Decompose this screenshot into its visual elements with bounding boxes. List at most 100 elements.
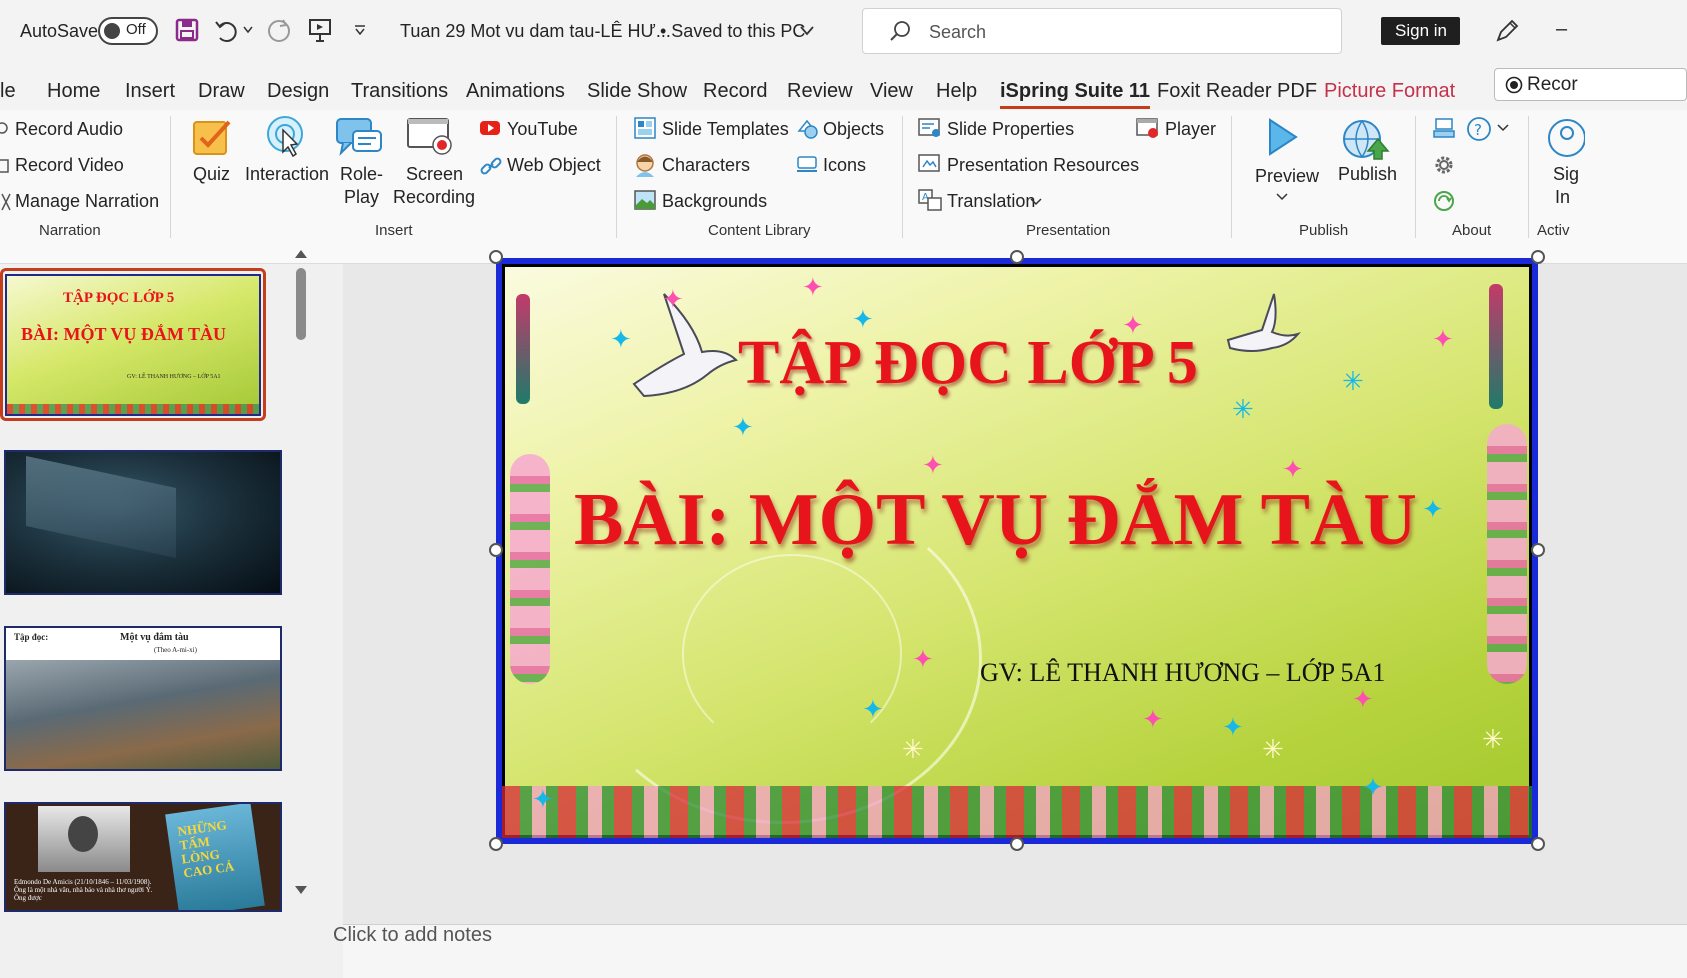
settings-gear-icon[interactable] (1432, 153, 1456, 177)
slide-thumbnail-2[interactable] (4, 450, 282, 595)
present-from-beginning-icon[interactable] (307, 17, 333, 43)
minimize-icon[interactable]: – (1556, 18, 1567, 41)
activation-group-label: Activ (1537, 222, 1570, 239)
role-play-button-line1[interactable]: Role- (340, 164, 383, 185)
sign-in-button[interactable]: Sign in (1381, 17, 1460, 45)
tab-picture-format[interactable]: Picture Format (1324, 80, 1455, 103)
scroll-up-arrow-icon[interactable] (294, 248, 308, 260)
save-icon[interactable] (175, 18, 199, 42)
translation-dropdown-icon[interactable] (1030, 198, 1042, 206)
youtube-button[interactable]: YouTube (507, 119, 578, 140)
hanging-ornament-right (1489, 284, 1503, 409)
resize-handle-bottom-left[interactable] (489, 837, 503, 851)
sparkle-icon: ✳ (1262, 734, 1284, 764)
undo-dropdown-icon[interactable] (243, 26, 253, 34)
help-icon[interactable]: ? (1466, 116, 1494, 142)
thumbnail-scrollbar-thumb[interactable] (296, 268, 306, 340)
objects-button[interactable]: Objects (823, 119, 884, 140)
slide-thumbnail-4[interactable]: NHỮNG TẤM LÒNG CAO CẢ Edmondo De Amicis … (4, 802, 282, 912)
icons-button[interactable]: Icons (823, 155, 866, 176)
sparkle-icon: ✳ (1342, 366, 1364, 396)
publish-button[interactable]: Publish (1338, 164, 1397, 185)
slide-thumbnail-1[interactable]: TẬP ĐỌC LỚP 5 BÀI: MỘT VỤ ĐẮM TÀU GV: LÊ… (5, 274, 261, 416)
sign-in-ribbon-label-2[interactable]: In (1555, 187, 1570, 208)
search-box[interactable]: Search (862, 8, 1342, 54)
presentation-resources-icon (918, 154, 940, 172)
resize-handle-top-left[interactable] (489, 250, 503, 264)
resize-handle-bottom[interactable] (1010, 837, 1024, 851)
dove-right-icon (1226, 293, 1302, 352)
record-video-button[interactable]: Record Video (15, 155, 124, 176)
sparkle-icon: ✦ (532, 784, 554, 814)
current-slide[interactable]: ✦ ✦ ✦ ✦ ✦ ✳ ✦ ✳ ✦ ✦ ✦ ✦ ✦ ✦ ✦ ✦ ✳ ✳ ✦ ✳ … (496, 258, 1538, 844)
svg-text:?: ? (1474, 121, 1482, 139)
tab-insert[interactable]: Insert (125, 80, 175, 103)
tab-animations[interactable]: Animations (466, 80, 565, 103)
interaction-button[interactable]: Interaction (245, 164, 329, 185)
resize-handle-bottom-right[interactable] (1531, 837, 1545, 851)
screen-recording-button-line1[interactable]: Screen (406, 164, 463, 185)
backgrounds-button[interactable]: Backgrounds (662, 191, 767, 212)
screen-recording-button-line2[interactable]: Recording (393, 187, 475, 208)
tab-slide-show[interactable]: Slide Show (587, 80, 687, 103)
tab-review[interactable]: Review (787, 80, 853, 103)
sparkle-icon: ✦ (1422, 494, 1444, 524)
quiz-button[interactable]: Quiz (193, 164, 230, 185)
publish-globe-icon (1343, 120, 1390, 160)
sparkle-icon: ✦ (862, 694, 884, 724)
update-icon[interactable] (1432, 189, 1456, 213)
web-object-button[interactable]: Web Object (507, 155, 601, 176)
tab-file[interactable]: le (0, 80, 16, 103)
manage-narration-button[interactable]: Manage Narration (15, 191, 159, 212)
resize-handle-left[interactable] (489, 543, 503, 557)
characters-button[interactable]: Characters (662, 155, 750, 176)
computer-icon[interactable] (1432, 117, 1456, 141)
backgrounds-icon (634, 190, 656, 210)
tab-view[interactable]: View (870, 80, 913, 103)
tab-design[interactable]: Design (267, 80, 329, 103)
record-button[interactable]: Recor (1494, 68, 1687, 101)
sparkle-icon: ✦ (610, 324, 632, 354)
role-play-button-line2[interactable]: Play (344, 187, 379, 208)
redo-icon[interactable] (266, 18, 292, 44)
resize-handle-top-right[interactable] (1531, 250, 1545, 264)
group-separator (1231, 116, 1232, 238)
search-placeholder: Search (929, 22, 987, 42)
record-audio-button[interactable]: Record Audio (15, 119, 123, 140)
resize-handle-top[interactable] (1010, 250, 1024, 264)
sign-in-ribbon-label-1[interactable]: Sig (1553, 164, 1579, 185)
slide-templates-button[interactable]: Slide Templates (662, 119, 789, 140)
record-button-label: Recor (1527, 74, 1578, 95)
tab-record[interactable]: Record (703, 80, 767, 103)
preview-button[interactable]: Preview (1255, 166, 1319, 187)
resize-handle-right[interactable] (1531, 543, 1545, 557)
publish-group-label: Publish (1299, 222, 1349, 239)
tab-transitions[interactable]: Transitions (351, 80, 448, 103)
sparkle-icon: ✳ (1232, 394, 1254, 424)
player-button[interactable]: Player (1165, 119, 1216, 140)
autosave-toggle[interactable]: Off (98, 17, 158, 45)
save-status[interactable]: • Saved to this PC (660, 21, 805, 42)
save-status-chevron-icon[interactable] (800, 26, 814, 36)
designer-pen-icon[interactable] (1494, 18, 1520, 44)
preview-dropdown-icon[interactable] (1276, 193, 1288, 201)
notes-pane[interactable]: Click to add notes (333, 924, 1687, 978)
tab-draw[interactable]: Draw (198, 80, 245, 103)
youtube-icon (480, 121, 500, 135)
help-dropdown-icon[interactable] (1497, 124, 1509, 132)
tab-ispring-suite[interactable]: iSpring Suite 11 (1000, 80, 1151, 109)
tab-help[interactable]: Help (936, 80, 977, 103)
narration-group-label: Narration (39, 222, 101, 239)
dove-left-icon (632, 293, 738, 398)
scroll-down-arrow-icon[interactable] (294, 884, 308, 896)
slide-properties-button[interactable]: Slide Properties (947, 119, 1074, 140)
slide-thumbnail-3[interactable]: Tập đọc: Một vụ đắm tàu (Theo A-mi-xi) (4, 626, 282, 771)
undo-icon[interactable] (214, 18, 240, 42)
thumb3-label: Tập đọc: (14, 632, 49, 642)
presentation-resources-button[interactable]: Presentation Resources (947, 155, 1139, 176)
tab-home[interactable]: Home (47, 80, 100, 103)
customize-toolbar-icon[interactable] (354, 25, 366, 35)
translation-button[interactable]: Translation (947, 191, 1035, 212)
tab-foxit-reader-pdf[interactable]: Foxit Reader PDF (1157, 80, 1317, 103)
thumb4-caption: Edmondo De Amicis (21/10/1846 – 11/03/19… (14, 878, 153, 902)
